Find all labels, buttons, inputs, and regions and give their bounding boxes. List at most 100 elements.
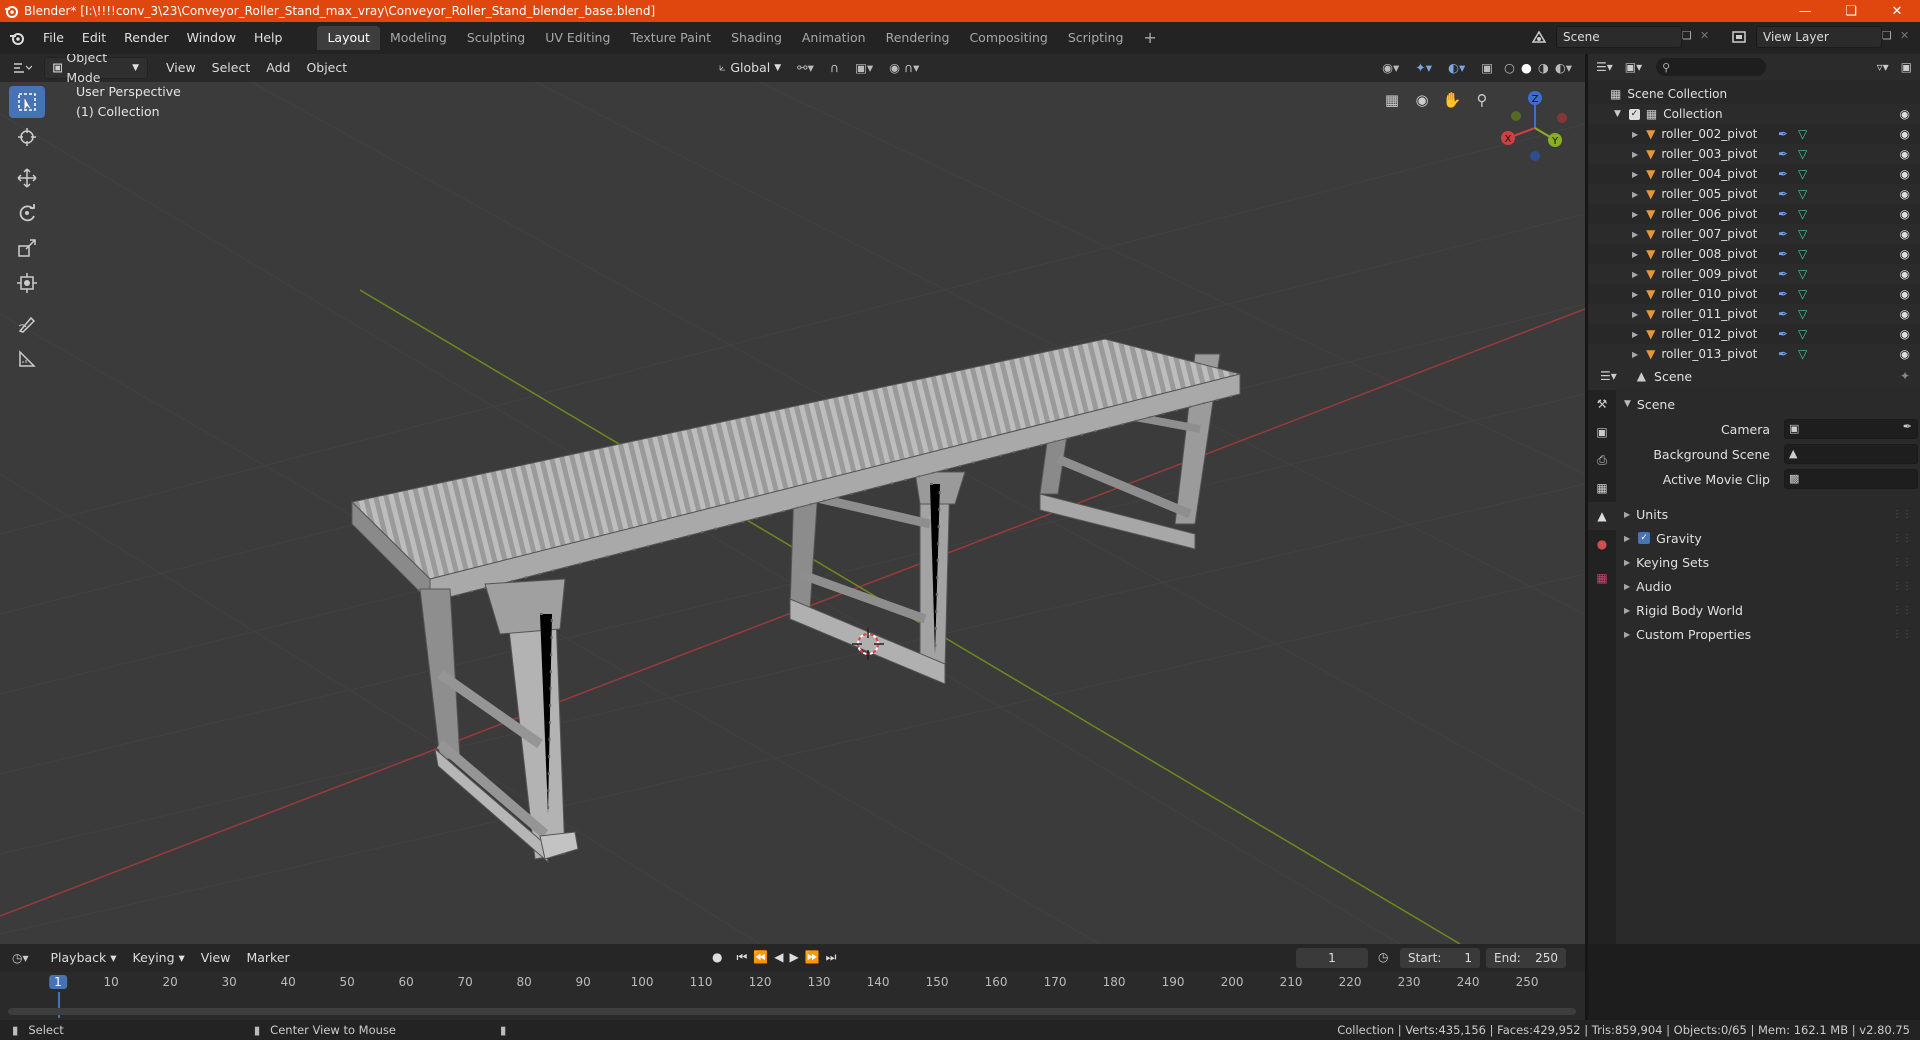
modifier-wrench-icon[interactable]: ✒ [1778, 227, 1788, 241]
proportional-edit-icon[interactable]: ◉ ∩▾ [881, 57, 927, 79]
eye-icon[interactable]: ◉ [1900, 127, 1910, 141]
solid-shading-icon[interactable]: ● [1518, 57, 1535, 79]
panel-header-audio[interactable]: ▶ Audio ⋮⋮ [1616, 574, 1920, 598]
viewport-menu-view[interactable]: View [158, 57, 204, 79]
scene-new-icon[interactable]: ❏ [1682, 29, 1692, 42]
wireframe-shading-icon[interactable]: ○ [1501, 57, 1518, 79]
tab-tool[interactable]: ⚒ [1588, 390, 1616, 418]
tab-output[interactable]: ⎙ [1588, 446, 1616, 474]
mesh-data-icon[interactable]: ▽ [1798, 187, 1807, 201]
modifier-wrench-icon[interactable]: ✒ [1778, 147, 1788, 161]
end-frame-field[interactable]: End: 250 [1486, 948, 1566, 968]
show-gizmo-icon[interactable]: ✦▾ [1407, 57, 1440, 79]
panel-header-units[interactable]: ▶ Units ⋮⋮ [1616, 502, 1920, 526]
editor-type-icon[interactable] [0, 61, 44, 75]
blender-menu-icon[interactable] [0, 30, 34, 46]
tab-compositing[interactable]: Compositing [959, 26, 1057, 50]
rendered-shading-icon[interactable]: ◐▾ [1552, 57, 1575, 79]
viewport-menu-add[interactable]: Add [258, 57, 298, 79]
pan-hand-icon[interactable]: ✋ [1440, 88, 1464, 112]
collapse-arrow-icon[interactable]: ▼ [1614, 109, 1621, 119]
jump-end-icon[interactable]: ⏭ [826, 950, 837, 965]
menu-help[interactable]: Help [245, 26, 292, 50]
mesh-data-icon[interactable]: ▽ [1798, 347, 1807, 361]
gizmo-neg-y-handle[interactable] [1511, 111, 1521, 121]
timeline-menu-playback[interactable]: Playback ▾ [43, 947, 125, 969]
xray-toggle-icon[interactable]: ▣ [1473, 57, 1501, 79]
modifier-wrench-icon[interactable]: ✒ [1778, 167, 1788, 181]
menu-window[interactable]: Window [178, 26, 245, 50]
active-movie-clip-field[interactable]: ▩ [1784, 469, 1918, 489]
rotate-tool-icon[interactable] [9, 197, 45, 229]
expand-arrow-icon[interactable]: ▶ [1632, 350, 1638, 359]
eye-icon[interactable]: ◉ [1900, 187, 1910, 201]
panel-header-custom-properties[interactable]: ▶ Custom Properties ⋮⋮ [1616, 622, 1920, 646]
outliner-object-row[interactable]: ▶ ▼ roller_011_pivot ✒ ▽ ◉ [1588, 304, 1920, 324]
toggle-perspective-icon[interactable]: ▦ [1380, 88, 1404, 112]
modifier-wrench-icon[interactable]: ✒ [1778, 327, 1788, 341]
menu-render[interactable]: Render [115, 26, 178, 50]
outliner-editor-type-icon[interactable]: ☰▾ [1596, 60, 1613, 74]
expand-arrow-icon[interactable]: ▶ [1632, 290, 1638, 299]
move-tool-icon[interactable] [9, 162, 45, 194]
frame-ruler[interactable]: 1 10 20 30 40 50 60 70 80 90 100 110 120 130 140 150 160… [0, 972, 1585, 1018]
measure-tool-icon[interactable] [9, 343, 45, 375]
tab-scene[interactable]: ▲ [1588, 502, 1616, 530]
visibility-selectability-icon[interactable]: ◉▾ [1374, 57, 1407, 79]
timeline-scrollbar[interactable] [8, 1008, 1576, 1015]
eye-icon[interactable]: ◉ [1900, 227, 1910, 241]
clock-icon[interactable]: ◷ [1378, 950, 1388, 964]
menu-edit[interactable]: Edit [73, 26, 115, 50]
tab-shading[interactable]: Shading [721, 26, 792, 50]
eye-icon[interactable]: ◉ [1900, 207, 1910, 221]
mesh-data-icon[interactable]: ▽ [1798, 147, 1807, 161]
tab-scripting[interactable]: Scripting [1058, 26, 1134, 50]
snap-magnet-icon[interactable]: ∩ [822, 57, 847, 79]
outliner-search-input[interactable]: ⚲ [1656, 58, 1767, 76]
tab-texture-paint[interactable]: Texture Paint [620, 26, 721, 50]
jump-start-icon[interactable]: ⏮ [736, 950, 747, 965]
expand-arrow-icon[interactable]: ▶ [1632, 270, 1638, 279]
tab-rendering[interactable]: Rendering [876, 26, 960, 50]
expand-arrow-icon[interactable]: ▶ [1632, 150, 1638, 159]
camera-view-icon[interactable]: ◉ [1410, 88, 1434, 112]
camera-field[interactable]: ▣ ✒ [1784, 419, 1918, 439]
mesh-data-icon[interactable]: ▽ [1798, 227, 1807, 241]
play-reverse-icon[interactable]: ◀ [774, 950, 783, 965]
collection-checkbox[interactable]: ✓ [1628, 108, 1640, 120]
outliner-object-row[interactable]: ▶ ▼ roller_007_pivot ✒ ▽ ◉ [1588, 224, 1920, 244]
pivot-point-icon[interactable]: ⚯▾ [789, 57, 822, 79]
outliner-object-row[interactable]: ▶ ▼ roller_012_pivot ✒ ▽ ◉ [1588, 324, 1920, 344]
tab-sculpting[interactable]: Sculpting [457, 26, 535, 50]
transform-tool-icon[interactable] [9, 267, 45, 299]
outliner-object-row[interactable]: ▶ ▼ roller_003_pivot ✒ ▽ ◉ [1588, 144, 1920, 164]
expand-arrow-icon[interactable]: ▶ [1632, 210, 1638, 219]
outliner-object-row[interactable]: ▶ ▼ roller_010_pivot ✒ ▽ ◉ [1588, 284, 1920, 304]
start-frame-field[interactable]: Start: 1 [1400, 948, 1480, 968]
close-window-button[interactable]: ✕ [1874, 0, 1920, 22]
mesh-data-icon[interactable]: ▽ [1798, 207, 1807, 221]
mesh-data-icon[interactable]: ▽ [1798, 307, 1807, 321]
scale-tool-icon[interactable] [9, 232, 45, 264]
zoom-icon[interactable]: ⚲ [1470, 88, 1494, 112]
material-shading-icon[interactable]: ◑ [1535, 57, 1552, 79]
current-frame-field[interactable]: 1 [1296, 948, 1368, 968]
viewport-menu-select[interactable]: Select [204, 57, 259, 79]
mesh-data-icon[interactable]: ▽ [1798, 167, 1807, 181]
gizmo-neg-z-handle[interactable] [1530, 151, 1540, 161]
maximize-button[interactable]: ❏ [1828, 0, 1874, 22]
mesh-data-icon[interactable]: ▽ [1798, 127, 1807, 141]
modifier-wrench-icon[interactable]: ✒ [1778, 307, 1788, 321]
gravity-checkbox[interactable]: ✓ [1638, 532, 1651, 544]
viewport-menu-object[interactable]: Object [298, 57, 355, 79]
view-layer-new-icon[interactable]: ❏ [1882, 29, 1892, 42]
timeline-menu-keying[interactable]: Keying ▾ [125, 947, 193, 969]
collection-row[interactable]: ▼ ✓ ▦ Collection ◉ [1588, 104, 1920, 124]
eye-icon[interactable]: ◉ [1900, 307, 1910, 321]
modifier-wrench-icon[interactable]: ✒ [1778, 347, 1788, 361]
eye-icon[interactable]: ◉ [1900, 347, 1910, 361]
drag-handle-icon[interactable]: ⋮⋮ [1892, 605, 1912, 616]
snap-target-icon[interactable]: ▣▾ [847, 57, 881, 79]
outliner-object-row[interactable]: ▶ ▼ roller_006_pivot ✒ ▽ ◉ [1588, 204, 1920, 224]
transform-orientation-dropdown[interactable]: Global ▼ [711, 57, 789, 79]
